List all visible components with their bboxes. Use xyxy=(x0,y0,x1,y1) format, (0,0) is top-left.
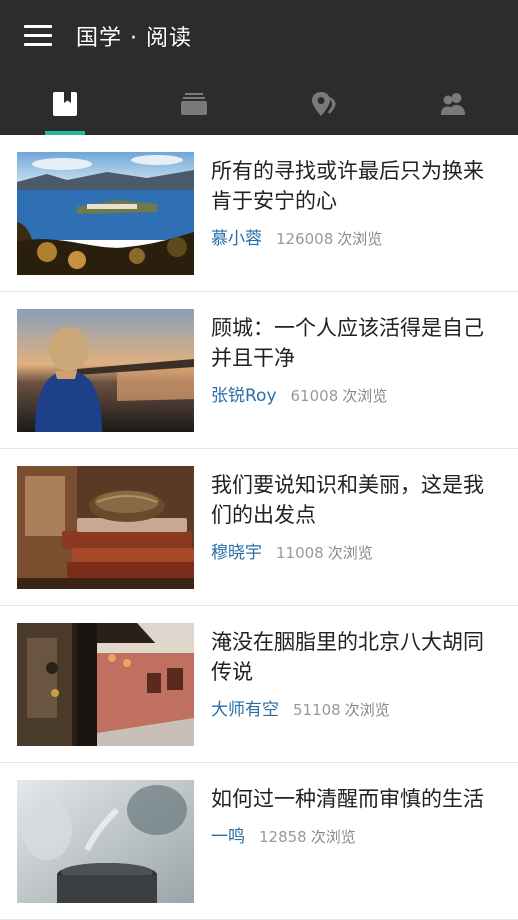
article-title[interactable]: 我们要说知识和美丽，这是我们的出发点 xyxy=(211,470,500,530)
article-item[interactable]: 顾城：一个人应该活得是自己并且干净 张锐Roy 61008 次浏览 xyxy=(0,292,518,449)
author-name[interactable]: 张锐Roy xyxy=(211,386,277,406)
tab-reading[interactable] xyxy=(0,72,130,135)
author-name[interactable]: 慕小蓉 xyxy=(211,229,262,249)
article-thumbnail xyxy=(17,309,194,432)
view-count: 61008 xyxy=(290,387,339,405)
tab-people[interactable] xyxy=(389,72,518,135)
app-title: 国学 · 阅读 xyxy=(76,26,192,51)
app-header: 国学 · 阅读 xyxy=(0,0,518,135)
article-meta: 一鸣 12858 次浏览 xyxy=(211,822,500,847)
hamburger-menu-icon[interactable] xyxy=(24,25,52,47)
view-unit: 次浏览 xyxy=(327,544,373,562)
author-name[interactable]: 穆晓宇 xyxy=(211,543,262,563)
top-bar: 国学 · 阅读 xyxy=(0,0,518,72)
view-unit: 次浏览 xyxy=(337,230,383,248)
article-title[interactable]: 如何过一种清醒而审慎的生活 xyxy=(211,784,500,814)
author-name[interactable]: 一鸣 xyxy=(211,827,245,847)
view-unit: 次浏览 xyxy=(344,701,390,719)
stack-icon xyxy=(181,92,208,115)
article-item[interactable]: 如何过一种清醒而审慎的生活 一鸣 12858 次浏览 xyxy=(0,763,518,920)
author-name[interactable]: 大师有空 xyxy=(211,700,279,720)
article-thumbnail xyxy=(17,623,194,746)
article-meta: 大师有空 51108 次浏览 xyxy=(211,695,500,720)
article-thumbnail xyxy=(17,780,194,903)
view-count: 12858 xyxy=(259,828,307,846)
tab-bar xyxy=(0,72,518,135)
article-meta: 张锐Roy 61008 次浏览 xyxy=(211,381,500,406)
people-icon xyxy=(441,92,466,115)
bookmark-icon xyxy=(52,91,77,116)
view-unit: 次浏览 xyxy=(342,387,388,405)
map-pin-icon xyxy=(311,91,336,116)
article-info: 淹没在胭脂里的北京八大胡同传说 大师有空 51108 次浏览 xyxy=(211,623,500,762)
view-count: 126008 xyxy=(276,230,334,248)
article-info: 所有的寻找或许最后只为换来肯于安宁的心 慕小蓉 126008 次浏览 xyxy=(211,152,500,291)
article-info: 如何过一种清醒而审慎的生活 一鸣 12858 次浏览 xyxy=(211,780,500,919)
article-meta: 慕小蓉 126008 次浏览 xyxy=(211,224,500,249)
view-count: 11008 xyxy=(276,544,324,562)
tab-collection[interactable] xyxy=(130,72,260,135)
article-thumbnail xyxy=(17,466,194,589)
article-list: 所有的寻找或许最后只为换来肯于安宁的心 慕小蓉 126008 次浏览 顾城：一个… xyxy=(0,135,518,920)
article-title[interactable]: 所有的寻找或许最后只为换来肯于安宁的心 xyxy=(211,156,500,216)
article-thumbnail xyxy=(17,152,194,275)
tab-places[interactable] xyxy=(259,72,389,135)
view-unit: 次浏览 xyxy=(310,828,356,846)
article-meta: 穆晓宇 11008 次浏览 xyxy=(211,538,500,563)
article-title[interactable]: 顾城：一个人应该活得是自己并且干净 xyxy=(211,313,500,373)
article-item[interactable]: 淹没在胭脂里的北京八大胡同传说 大师有空 51108 次浏览 xyxy=(0,606,518,763)
article-item[interactable]: 我们要说知识和美丽，这是我们的出发点 穆晓宇 11008 次浏览 xyxy=(0,449,518,606)
view-count: 51108 xyxy=(293,701,341,719)
article-info: 我们要说知识和美丽，这是我们的出发点 穆晓宇 11008 次浏览 xyxy=(211,466,500,605)
article-title[interactable]: 淹没在胭脂里的北京八大胡同传说 xyxy=(211,627,500,687)
article-info: 顾城：一个人应该活得是自己并且干净 张锐Roy 61008 次浏览 xyxy=(211,309,500,448)
article-item[interactable]: 所有的寻找或许最后只为换来肯于安宁的心 慕小蓉 126008 次浏览 xyxy=(0,135,518,292)
